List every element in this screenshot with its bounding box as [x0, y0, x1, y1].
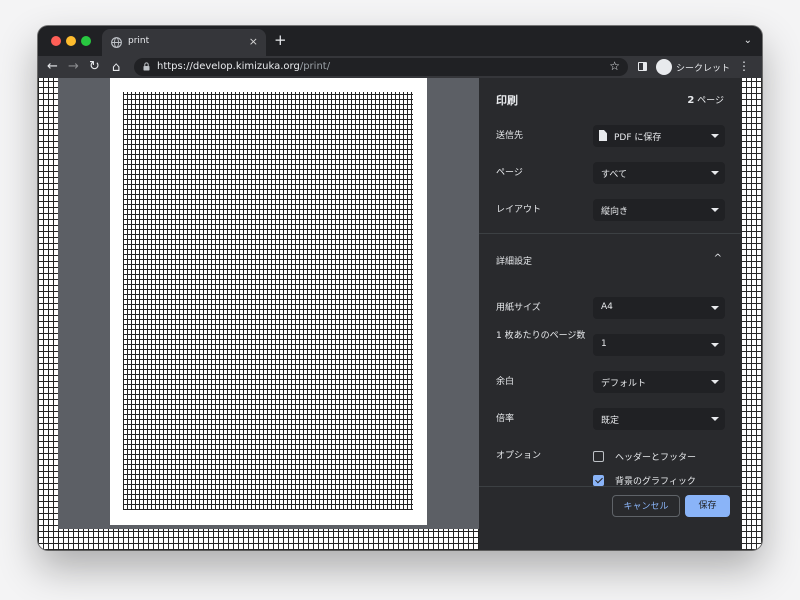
chevron-down-icon — [711, 343, 719, 347]
headers-footers-label[interactable]: ヘッダーとフッター — [615, 450, 696, 463]
tab-close-icon[interactable]: × — [249, 35, 258, 48]
url-text: https://develop.kimizuka.org/print/ — [157, 61, 330, 72]
page-background-pattern — [741, 78, 762, 550]
paper-size-value: A4 — [601, 302, 613, 312]
pages-per-sheet-select[interactable]: 1 — [593, 334, 725, 356]
margins-label: 余白 — [496, 377, 515, 387]
preview-page-content — [123, 92, 413, 510]
new-tab-button[interactable]: + — [274, 31, 287, 49]
print-settings-panel: 印刷 2 ページ 送信先 PDF に保存 ページ すべて レイアウト 縦向き 詳… — [479, 78, 741, 550]
document-icon — [599, 130, 607, 141]
scale-value: 既定 — [601, 416, 620, 426]
page-content: 印刷 2 ページ 送信先 PDF に保存 ページ すべて レイアウト 縦向き 詳… — [38, 78, 762, 550]
url-path: /print/ — [299, 61, 331, 72]
address-bar[interactable]: https://develop.kimizuka.org/print/ ☆ — [134, 58, 628, 76]
pages-per-sheet-value: 1 — [601, 339, 607, 349]
reload-icon[interactable]: ↻ — [89, 59, 100, 75]
browser-menu-icon[interactable]: ⋮ — [738, 59, 750, 73]
options-label: オプション — [496, 451, 542, 461]
chevron-down-icon — [711, 208, 719, 212]
margins-select[interactable]: デフォルト — [593, 371, 725, 393]
back-icon[interactable]: ← — [47, 59, 58, 75]
page-background-edge — [741, 78, 762, 550]
chevron-down-icon — [711, 380, 719, 384]
page-count: 2 ページ — [687, 93, 724, 106]
headers-footers-checkbox[interactable] — [593, 451, 604, 462]
side-panel-icon[interactable] — [638, 62, 647, 71]
chevron-down-icon — [711, 134, 719, 138]
incognito-icon[interactable] — [656, 59, 672, 75]
chevron-up-icon[interactable]: ^ — [714, 253, 722, 264]
tab-title: print — [128, 36, 150, 46]
url-host: https://develop.kimizuka.org — [157, 61, 300, 72]
pages-value: すべて — [601, 170, 628, 180]
zoom-window-button[interactable] — [81, 36, 91, 46]
close-window-button[interactable] — [51, 36, 61, 46]
layout-label: レイアウト — [496, 205, 542, 215]
destination-select[interactable]: PDF に保存 — [593, 125, 725, 147]
tab-strip: print × + ⌄ — [38, 26, 762, 56]
scale-select[interactable]: 既定 — [593, 408, 725, 430]
chevron-down-icon — [711, 306, 719, 310]
pages-select[interactable]: すべて — [593, 162, 725, 184]
destination-value: PDF に保存 — [614, 133, 662, 143]
browser-toolbar: ← → ↻ ⌂ https://develop.kimizuka.org/pri… — [38, 56, 762, 78]
print-preview-area — [58, 78, 479, 529]
pages-label: ページ — [496, 168, 523, 178]
page-count-unit: ページ — [694, 96, 724, 106]
save-button[interactable]: 保存 — [685, 495, 730, 517]
tab-search-icon[interactable]: ⌄ — [744, 35, 752, 46]
layout-select[interactable]: 縦向き — [593, 199, 725, 221]
preview-page — [110, 78, 427, 525]
tab-print[interactable]: print × — [102, 29, 266, 56]
chevron-down-icon — [711, 417, 719, 421]
print-title: 印刷 — [496, 94, 518, 107]
chevron-down-icon — [711, 171, 719, 175]
profile-label[interactable]: シークレット — [676, 61, 730, 74]
margins-value: デフォルト — [601, 379, 647, 389]
bookmark-star-icon[interactable]: ☆ — [609, 59, 620, 73]
layout-value: 縦向き — [601, 207, 629, 217]
browser-window: print × + ⌄ ← → ↻ ⌂ https://develop.kimi… — [38, 26, 762, 550]
settings-scroll-area[interactable]: 送信先 PDF に保存 ページ すべて レイアウト 縦向き 詳細設定 ^ 用紙サ… — [479, 116, 741, 486]
print-panel-footer: キャンセル 保存 — [479, 486, 741, 530]
minimize-window-button[interactable] — [66, 36, 76, 46]
lock-icon — [143, 62, 150, 71]
advanced-settings-toggle[interactable]: 詳細設定 — [496, 254, 532, 267]
cancel-button[interactable]: キャンセル — [612, 495, 680, 517]
pages-per-sheet-label: 1 枚あたりのページ数 — [496, 331, 586, 341]
scale-label: 倍率 — [496, 414, 515, 424]
section-divider — [479, 233, 741, 234]
paper-size-select[interactable]: A4 — [593, 297, 725, 319]
background-graphics-label[interactable]: 背景のグラフィック — [615, 474, 696, 486]
paper-size-label: 用紙サイズ — [496, 303, 541, 313]
background-graphics-checkbox[interactable] — [593, 475, 604, 486]
destination-label: 送信先 — [496, 131, 524, 141]
forward-icon[interactable]: → — [68, 59, 79, 75]
globe-icon — [111, 37, 122, 48]
home-icon[interactable]: ⌂ — [112, 60, 120, 76]
